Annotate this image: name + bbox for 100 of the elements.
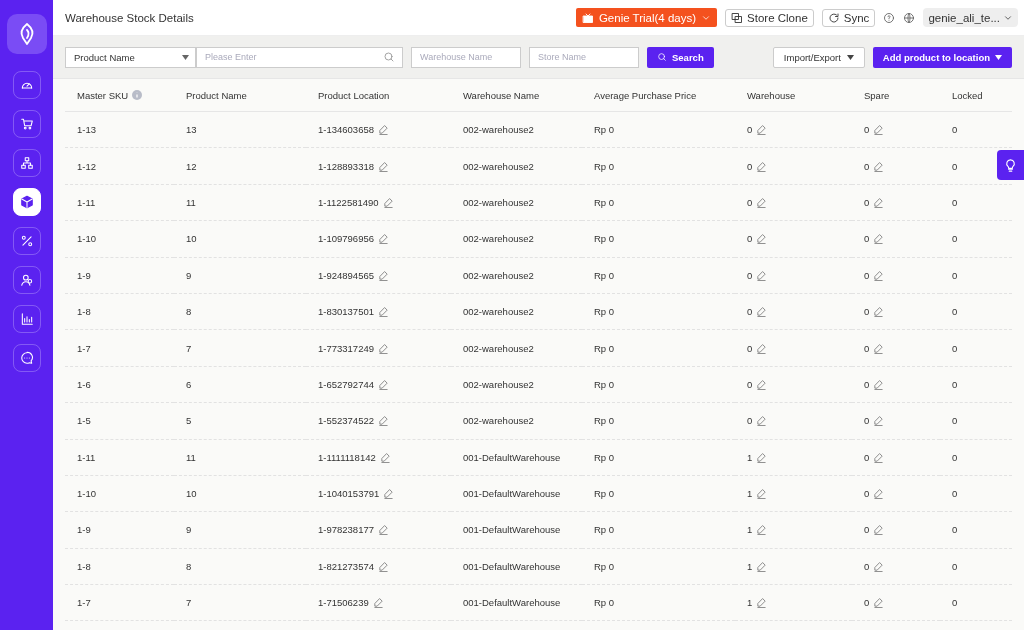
- table-cell-text: 0: [863, 415, 870, 427]
- table-cell-text: 0: [951, 378, 958, 390]
- table-cell-text: 1-12: [76, 160, 96, 172]
- pencil-icon: [756, 269, 768, 281]
- table-cell-text: 1-9: [76, 269, 91, 281]
- table-cell-text: 0: [746, 269, 753, 281]
- table-cell-text: 9: [185, 524, 192, 536]
- table-cell-text: 11: [185, 451, 196, 463]
- pencil-icon: [378, 415, 389, 427]
- table-cell-text: 0: [863, 342, 870, 354]
- info-icon: [132, 90, 143, 100]
- pencil-icon: [378, 306, 389, 318]
- pencil-icon: [383, 488, 395, 500]
- table-cell-text: 1-830137501: [317, 306, 374, 318]
- store-name-field[interactable]: Store Name: [529, 46, 639, 68]
- table-cell-text: 002-warehouse2: [462, 306, 534, 318]
- warehouse-name-field[interactable]: Warehouse Name: [411, 46, 521, 68]
- table-cell-text: 0: [746, 124, 753, 136]
- table-cell-text: 002-warehouse2: [462, 233, 534, 245]
- table-cell-text: 6: [185, 378, 192, 390]
- pencil-icon: [873, 196, 885, 208]
- page-title: Warehouse Stock Details: [65, 11, 195, 24]
- sync-icon: [827, 11, 840, 24]
- pencil-icon: [378, 160, 389, 172]
- sidebar-item[interactable]: [12, 188, 41, 216]
- table-cell-text: 002-warehouse2: [462, 160, 534, 172]
- table-cell-text: 0: [746, 306, 753, 318]
- table-cell-text: 5: [185, 415, 192, 427]
- table-cell-text: 0: [746, 233, 753, 245]
- table-cell-text: Rp 0: [593, 306, 615, 318]
- table-cell-text: Rp 0: [593, 560, 615, 572]
- table-cell-text: 1: [746, 560, 753, 572]
- pencil-icon: [756, 560, 768, 572]
- table-cell-text: 0: [863, 488, 870, 500]
- table-cell-text: 002-warehouse2: [462, 124, 534, 136]
- table-cell-text: 0: [951, 306, 958, 318]
- sidebar-item[interactable]: [12, 149, 41, 177]
- table-cell-text: 1-652792744: [317, 378, 374, 390]
- table-cell-text: 0: [863, 124, 870, 136]
- table-cell-text: 1-10: [76, 233, 96, 245]
- table-cell-text: 002-warehouse2: [462, 269, 534, 281]
- lightbulb-icon: [1003, 157, 1018, 173]
- column-header: Master SKU: [76, 89, 129, 101]
- sidebar-item[interactable]: [12, 344, 41, 372]
- table-cell-text: 1-978238177: [317, 524, 374, 536]
- table-cell-text: 0: [951, 597, 958, 609]
- globe-icon: [903, 11, 916, 24]
- sidebar-item[interactable]: [12, 266, 41, 294]
- column-header: Warehouse: [746, 89, 796, 101]
- table-cell-text: 002-warehouse2: [462, 415, 534, 427]
- add-product-button[interactable]: Add product to location: [872, 46, 1012, 68]
- account-dropdown[interactable]: genie_ali_te...: [923, 8, 1018, 27]
- sidebar-item[interactable]: [12, 227, 41, 255]
- table-cell-text: 0: [951, 524, 958, 536]
- store-clone-button[interactable]: Store Clone: [725, 8, 814, 27]
- table-cell-text: 1: [746, 488, 753, 500]
- column-header: Spare: [863, 89, 890, 101]
- table-cell-text: 001-DefaultWarehouse: [462, 524, 561, 536]
- caret-icon: [995, 54, 1002, 60]
- sidebar-item[interactable]: [12, 110, 41, 138]
- pencil-icon: [378, 269, 389, 281]
- pencil-icon: [756, 124, 768, 136]
- table-cell-text: 0: [863, 269, 870, 281]
- table-cell-text: 0: [951, 560, 958, 572]
- table-cell-text: 1-128893318: [317, 160, 374, 172]
- pencil-icon: [873, 415, 885, 427]
- table-cell-text: 1-8: [76, 306, 91, 318]
- table-cell-text: 0: [951, 342, 958, 354]
- table-cell-text: 10: [185, 233, 197, 245]
- table-cell-text: 0: [863, 160, 870, 172]
- app-logo[interactable]: [6, 14, 47, 54]
- sync-button[interactable]: Sync: [821, 8, 876, 27]
- table-cell-text: 1-1122581490: [317, 196, 379, 208]
- table-cell-text: Rp 0: [593, 524, 615, 536]
- search-button[interactable]: Search: [647, 46, 714, 68]
- table-cell-text: 1-1040153791: [317, 488, 380, 500]
- table-cell-text: 1-5: [76, 415, 91, 427]
- table-cell-text: 0: [863, 233, 870, 245]
- tips-button[interactable]: [997, 150, 1024, 180]
- sidebar-item[interactable]: [12, 305, 41, 333]
- table-cell-text: 1-10: [76, 488, 96, 500]
- hierarchy-icon: [19, 156, 34, 170]
- search-icon: [657, 52, 667, 62]
- search-field[interactable]: Please Enter: [196, 46, 403, 68]
- table-cell-text: 1-109796956: [317, 233, 374, 245]
- pencil-icon: [382, 196, 394, 208]
- table-cell-text: 1-1111118142: [317, 451, 376, 463]
- table-cell-text: 1-11: [76, 451, 96, 463]
- pencil-icon: [873, 524, 885, 536]
- caret-icon: [182, 54, 189, 60]
- pencil-icon: [873, 488, 885, 500]
- table-cell-text: 0: [863, 196, 870, 208]
- import-export-button[interactable]: Import/Export: [772, 46, 865, 68]
- pencil-icon: [756, 160, 768, 172]
- field-select[interactable]: Product Name: [65, 46, 196, 68]
- pencil-icon: [873, 160, 885, 172]
- pencil-icon: [756, 306, 768, 318]
- table-cell-text: 0: [951, 269, 958, 281]
- sidebar-item[interactable]: [12, 71, 41, 99]
- pencil-icon: [756, 488, 768, 500]
